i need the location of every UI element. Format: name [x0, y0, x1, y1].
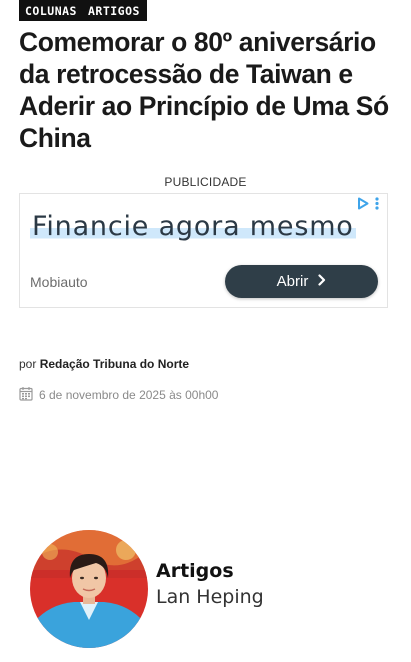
ad-banner[interactable]: Financie agora mesmo Mobiauto Abrir: [19, 193, 388, 308]
byline: por Redação Tribuna do Norte: [19, 357, 189, 371]
adchoices-icon[interactable]: [357, 197, 369, 215]
publish-date: 6 de novembro de 2025 às 00h00: [19, 386, 218, 404]
tag-colunas[interactable]: COLUNAS: [25, 4, 77, 18]
ad-headline[interactable]: Financie agora mesmo: [30, 211, 356, 242]
category-tags: COLUNAS ARTIGOS: [19, 0, 147, 21]
kebab-menu-icon[interactable]: [375, 197, 379, 215]
columnist-avatar[interactable]: [30, 530, 148, 648]
chevron-right-icon: [318, 273, 326, 290]
ad-label: PUBLICIDADE: [164, 175, 247, 189]
tag-artigos[interactable]: ARTIGOS: [88, 4, 140, 18]
ad-open-button[interactable]: Abrir: [225, 265, 378, 298]
calendar-icon: [19, 386, 33, 404]
column-section-label: Artigos: [156, 560, 234, 582]
publish-date-text: 6 de novembro de 2025 às 00h00: [39, 388, 219, 402]
author-link[interactable]: Redação Tribuna do Norte: [40, 357, 189, 371]
ad-advertiser: Mobiauto: [30, 274, 88, 290]
ad-open-button-label: Abrir: [276, 273, 309, 290]
ad-choices[interactable]: [357, 197, 379, 215]
article-page: COLUNAS ARTIGOS Comemorar o 80º aniversá…: [0, 0, 411, 662]
byline-prefix: por: [19, 357, 37, 371]
article-title: Comemorar o 80º aniversário da retrocess…: [19, 27, 389, 153]
columnist-name[interactable]: Lan Heping: [156, 586, 264, 608]
